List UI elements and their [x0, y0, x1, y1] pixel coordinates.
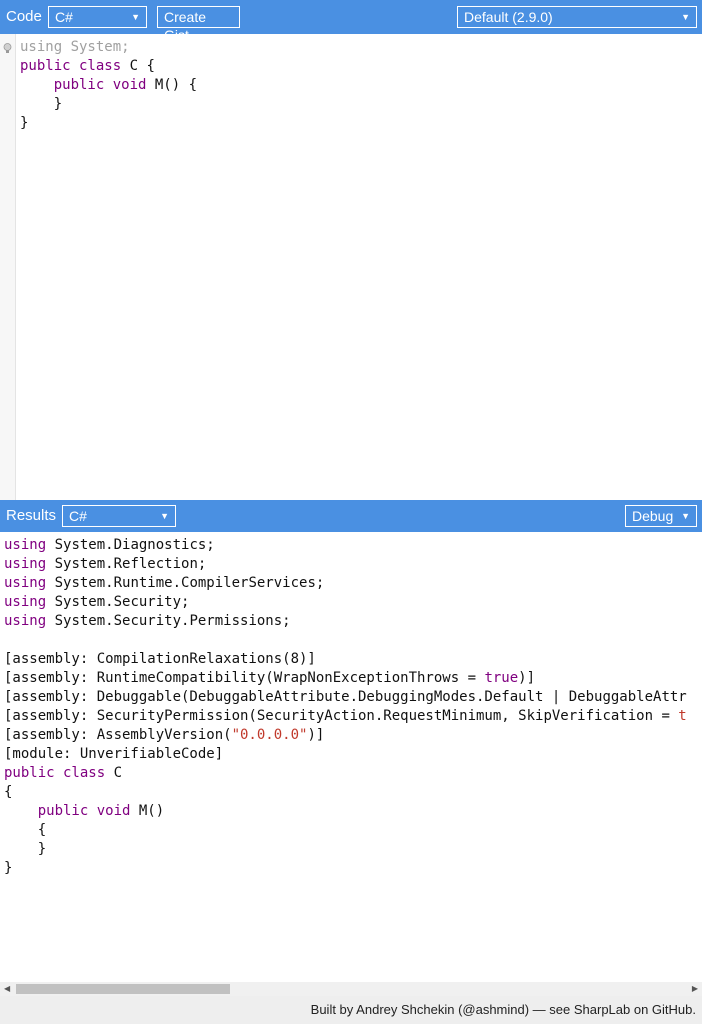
code-token: {	[4, 822, 47, 838]
code-token: using	[4, 575, 47, 591]
results-line: using System.Runtime.CompilerServices;	[4, 574, 687, 593]
code-token: [assembly: RuntimeCompatibility(WrapNonE…	[4, 670, 485, 686]
code-token: [assembly: Debuggable(DebuggableAttribut…	[4, 689, 687, 705]
code-token: [assembly: SecurityPermission(SecurityAc…	[4, 708, 679, 724]
code-token: "0.0.0.0"	[231, 727, 308, 743]
code-title: Code	[6, 8, 42, 25]
results-output[interactable]: using System.Diagnostics; using System.Re…	[0, 532, 702, 982]
code-token: public void	[20, 77, 147, 93]
code-editor[interactable]: using System; public class C { public voi…	[20, 38, 197, 133]
horizontal-scrollbar[interactable]: ◀ ▶	[0, 982, 702, 996]
code-token: C {	[121, 58, 155, 74]
code-token: using System;	[20, 39, 130, 55]
scroll-left-arrow-icon[interactable]: ◀	[4, 982, 10, 996]
build-mode-select[interactable]: Debug ▼	[625, 505, 697, 527]
results-line: using System.Diagnostics;	[4, 536, 687, 555]
code-token: }	[4, 841, 47, 857]
results-line: public void M()	[4, 802, 687, 821]
results-line: [module: UnverifiableCode]	[4, 745, 687, 764]
results-line: }	[4, 859, 687, 878]
code-token: using	[4, 556, 47, 572]
code-token: )]	[307, 727, 325, 743]
code-token: public class	[20, 58, 122, 74]
code-token: true	[484, 670, 519, 686]
code-language-select[interactable]: C# ▼	[48, 6, 147, 28]
code-token: }	[20, 96, 63, 112]
code-token: C	[105, 765, 123, 781]
code-token: using	[4, 613, 47, 629]
results-line: [assembly: RuntimeCompatibility(WrapNonE…	[4, 669, 687, 688]
code-token: System.Security.Permissions;	[46, 613, 291, 629]
code-token: System.Runtime.CompilerServices;	[46, 575, 325, 591]
code-token: [module: UnverifiableCode]	[4, 746, 224, 762]
footer: Built by Andrey Shchekin (@ashmind) — se…	[0, 996, 702, 1024]
create-gist-button[interactable]: Create Gist	[157, 6, 240, 43]
results-line	[4, 631, 687, 650]
editor-line: }	[20, 95, 197, 114]
code-language-value: C#	[55, 9, 73, 25]
code-token: [assembly: CompilationRelaxations(8)]	[4, 651, 316, 667]
code-token: }	[20, 115, 29, 131]
results-line: using System.Security.Permissions;	[4, 612, 687, 631]
code-token: public void	[4, 803, 131, 819]
code-toolbar: Code C# ▼ Create Gist Default (2.9.0) ▼	[0, 0, 702, 43]
editor-line: using System;	[20, 38, 197, 57]
code-token: M()	[130, 803, 165, 819]
code-token: }	[4, 860, 13, 876]
code-token: M() {	[146, 77, 198, 93]
results-line: [assembly: AssemblyVersion("0.0.0.0")]	[4, 726, 687, 745]
editor-line: public class C {	[20, 57, 197, 76]
code-token: t	[678, 708, 687, 724]
editor-line: public void M() {	[20, 76, 197, 95]
results-title: Results	[6, 507, 57, 524]
branch-value: Default (2.9.0)	[464, 9, 553, 25]
footer-credits[interactable]: Built by Andrey Shchekin (@ashmind) — se…	[311, 1002, 696, 1017]
results-toolbar: Results C# ▼ Debug ▼	[0, 500, 702, 532]
lightbulb-icon[interactable]	[3, 41, 12, 53]
code-token: System.Diagnostics;	[46, 537, 215, 553]
results-line: public class C	[4, 764, 687, 783]
code-token: {	[4, 784, 13, 800]
results-line: [assembly: SecurityPermission(SecurityAc…	[4, 707, 687, 726]
chevron-down-icon: ▼	[160, 511, 169, 521]
editor-line: }	[20, 114, 197, 133]
scroll-right-arrow-icon[interactable]: ▶	[692, 982, 698, 996]
code-token: using	[4, 594, 47, 610]
results-line: }	[4, 840, 687, 859]
results-language-value: C#	[69, 508, 87, 524]
results-line: using System.Reflection;	[4, 555, 687, 574]
results-line: using System.Security;	[4, 593, 687, 612]
chevron-down-icon: ▼	[681, 511, 690, 521]
code-token: [assembly: AssemblyVersion(	[4, 727, 232, 743]
code-token: using	[4, 537, 47, 553]
code-token: public class	[4, 765, 106, 781]
chevron-down-icon: ▼	[681, 12, 690, 22]
editor-gutter	[0, 34, 16, 500]
scrollbar-thumb[interactable]	[16, 984, 230, 994]
branch-select[interactable]: Default (2.9.0) ▼	[457, 6, 697, 28]
build-mode-value: Debug	[632, 508, 674, 524]
results-line: {	[4, 821, 687, 840]
results-code: using System.Diagnostics; using System.Re…	[4, 536, 687, 878]
chevron-down-icon: ▼	[131, 12, 140, 22]
results-line: [assembly: CompilationRelaxations(8)]	[4, 650, 687, 669]
results-line: {	[4, 783, 687, 802]
results-language-select[interactable]: C# ▼	[62, 505, 176, 527]
code-token: System.Reflection;	[46, 556, 207, 572]
code-token: System.Security;	[46, 594, 190, 610]
code-token: )]	[518, 670, 536, 686]
results-line: [assembly: Debuggable(DebuggableAttribut…	[4, 688, 687, 707]
